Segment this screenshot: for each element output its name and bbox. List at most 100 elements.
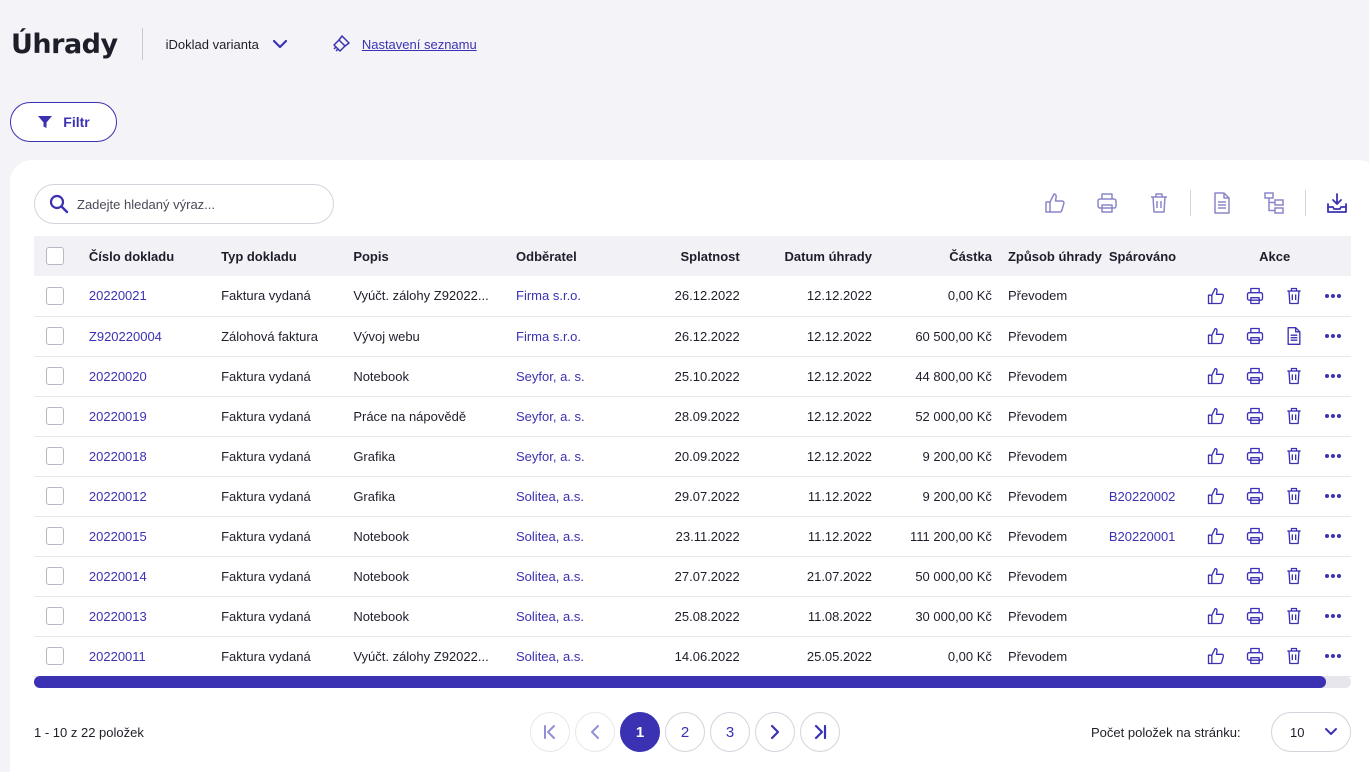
customer-link[interactable]: Firma s.r.o.	[516, 329, 581, 344]
print-icon[interactable]	[1243, 564, 1267, 588]
doc-number-link[interactable]: 20220015	[89, 529, 147, 544]
more-icon[interactable]	[1321, 484, 1345, 508]
table-row[interactable]: 20220012 Faktura vydaná Grafika Solitea, a.…	[34, 476, 1351, 517]
table-row[interactable]: 20220018 Faktura vydaná Grafika Seyfor, a. …	[34, 436, 1351, 477]
col-amount[interactable]: Částka	[872, 236, 992, 276]
print-icon[interactable]	[1243, 524, 1267, 548]
thumbs-up-icon[interactable]	[1204, 644, 1228, 668]
table-row[interactable]: 20220020 Faktura vydaná Notebook Seyfor, a.…	[34, 356, 1351, 397]
row-checkbox[interactable]	[46, 567, 64, 585]
table-row[interactable]: Z920220004 Zálohová faktura Vývoj webu Firm…	[34, 316, 1351, 357]
row-checkbox[interactable]	[46, 647, 64, 665]
table-row[interactable]: 20220019 Faktura vydaná Práce na nápovědě S…	[34, 396, 1351, 437]
trash-icon[interactable]	[1282, 364, 1306, 388]
customer-link[interactable]: Seyfor, a. s.	[516, 449, 585, 464]
customer-link[interactable]: Seyfor, a. s.	[516, 369, 585, 384]
print-icon[interactable]	[1243, 444, 1267, 468]
more-icon[interactable]	[1321, 324, 1345, 348]
col-paired[interactable]: Spárováno	[1109, 236, 1198, 276]
doc-number-link[interactable]: 20220021	[89, 288, 147, 303]
customer-link[interactable]: Solitea, a.s.	[516, 489, 584, 504]
table-row[interactable]: 20220011 Faktura vydaná Vyúčt. zálohy Z920…	[34, 636, 1351, 677]
doc-number-link[interactable]: 20220020	[89, 369, 147, 384]
thumbs-up-icon[interactable]	[1204, 564, 1228, 588]
trash-icon[interactable]	[1282, 484, 1306, 508]
col-paid[interactable]: Datum úhrady	[740, 236, 872, 276]
customer-link[interactable]: Firma s.r.o.	[516, 288, 581, 303]
filter-button[interactable]: Filtr	[10, 102, 117, 142]
col-desc[interactable]: Popis	[353, 236, 516, 276]
print-icon[interactable]	[1094, 190, 1120, 216]
print-icon[interactable]	[1243, 284, 1267, 308]
thumbs-up-icon[interactable]	[1204, 324, 1228, 348]
row-checkbox[interactable]	[46, 447, 64, 465]
thumbs-up-icon[interactable]	[1204, 404, 1228, 428]
thumbs-up-icon[interactable]	[1204, 524, 1228, 548]
row-checkbox[interactable]	[46, 527, 64, 545]
select-all-checkbox[interactable]	[46, 247, 64, 265]
variant-dropdown[interactable]: iDoklad varianta	[166, 37, 288, 52]
next-page-button[interactable]	[755, 712, 795, 752]
customer-link[interactable]: Solitea, a.s.	[516, 609, 584, 624]
list-settings[interactable]: Nastavení seznamu	[330, 33, 477, 55]
print-icon[interactable]	[1243, 484, 1267, 508]
customer-link[interactable]: Solitea, a.s.	[516, 569, 584, 584]
trash-icon[interactable]	[1282, 284, 1306, 308]
search-input[interactable]	[77, 196, 317, 212]
trash-icon[interactable]	[1282, 444, 1306, 468]
print-icon[interactable]	[1243, 404, 1267, 428]
col-number[interactable]: Číslo dokladu	[89, 236, 221, 276]
doc-number-link[interactable]: 20220012	[89, 489, 147, 504]
col-due[interactable]: Splatnost	[628, 236, 740, 276]
col-type[interactable]: Typ dokladu	[221, 236, 353, 276]
settings-link[interactable]: Nastavení seznamu	[362, 37, 477, 52]
row-checkbox[interactable]	[46, 367, 64, 385]
trash-icon[interactable]	[1146, 190, 1172, 216]
trash-icon[interactable]	[1282, 644, 1306, 668]
row-checkbox[interactable]	[46, 607, 64, 625]
row-checkbox[interactable]	[46, 327, 64, 345]
prev-page-button[interactable]	[575, 712, 615, 752]
table-row[interactable]: 20220015 Faktura vydaná Notebook Solitea, a…	[34, 516, 1351, 557]
doc-number-link[interactable]: 20220011	[89, 649, 146, 664]
more-icon[interactable]	[1321, 644, 1345, 668]
row-checkbox[interactable]	[46, 286, 64, 305]
doc-number-link[interactable]: 20220013	[89, 609, 147, 624]
more-icon[interactable]	[1321, 444, 1345, 468]
doc-number-link[interactable]: 20220018	[89, 449, 147, 464]
thumbs-up-icon[interactable]	[1204, 284, 1228, 308]
print-icon[interactable]	[1243, 324, 1267, 348]
trash-icon[interactable]	[1282, 404, 1306, 428]
table-row[interactable]: 20220013 Faktura vydaná Notebook Solitea, a…	[34, 596, 1351, 637]
scrollbar-thumb[interactable]	[34, 676, 1326, 688]
print-icon[interactable]	[1243, 604, 1267, 628]
more-icon[interactable]	[1321, 604, 1345, 628]
more-icon[interactable]	[1321, 564, 1345, 588]
trash-icon[interactable]	[1282, 564, 1306, 588]
more-icon[interactable]	[1321, 404, 1345, 428]
customer-link[interactable]: Solitea, a.s.	[516, 649, 584, 664]
tree-icon[interactable]	[1261, 190, 1287, 216]
last-page-button[interactable]	[800, 712, 840, 752]
horizontal-scrollbar[interactable]	[34, 676, 1351, 688]
row-checkbox[interactable]	[46, 487, 64, 505]
doc-number-link[interactable]: 20220019	[89, 409, 147, 424]
per-page-select[interactable]: 10	[1271, 712, 1351, 752]
table-row[interactable]: 20220021 Faktura vydaná Vyúčt. zálohy Z920…	[34, 276, 1351, 317]
trash-icon[interactable]	[1282, 604, 1306, 628]
download-icon[interactable]	[1324, 190, 1350, 216]
trash-icon[interactable]	[1282, 524, 1306, 548]
thumbs-up-icon[interactable]	[1204, 604, 1228, 628]
thumbs-up-icon[interactable]	[1204, 484, 1228, 508]
more-icon[interactable]	[1321, 284, 1345, 308]
thumbs-up-icon[interactable]	[1042, 190, 1068, 216]
document-icon[interactable]	[1282, 324, 1306, 348]
thumbs-up-icon[interactable]	[1204, 444, 1228, 468]
customer-link[interactable]: Solitea, a.s.	[516, 529, 584, 544]
print-icon[interactable]	[1243, 364, 1267, 388]
first-page-button[interactable]	[530, 712, 570, 752]
doc-number-link[interactable]: Z920220004	[89, 329, 162, 344]
doc-number-link[interactable]: 20220014	[89, 569, 147, 584]
paired-link[interactable]: B20220002	[1109, 489, 1176, 504]
table-row[interactable]: 20220014 Faktura vydaná Notebook Solitea, a…	[34, 556, 1351, 597]
